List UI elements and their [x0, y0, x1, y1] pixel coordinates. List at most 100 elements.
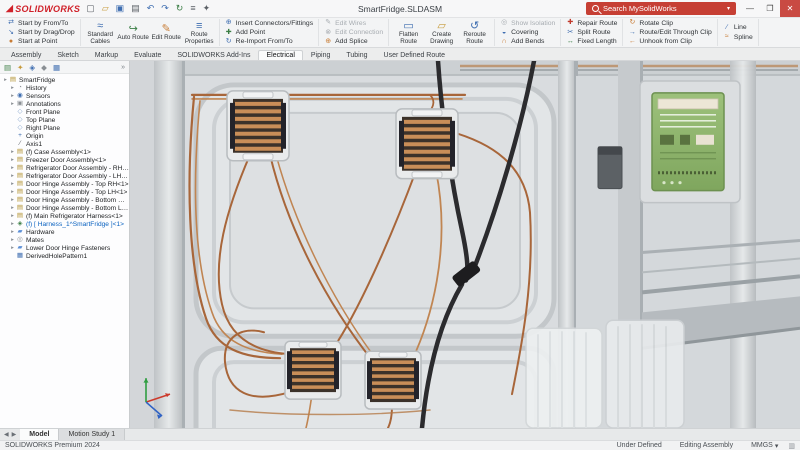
repair-route-button[interactable]: ✚ Repair Route [564, 19, 619, 28]
tree-item-door-hinge-assembly-top-rh-1[interactable]: ▸ ▤ Door Hinge Assembly - Top RH<1> [0, 180, 129, 188]
tab-piping[interactable]: Piping [303, 50, 338, 60]
connector-block-bottom-left[interactable] [284, 340, 342, 400]
configurationmanager-icon[interactable]: ◈ [29, 63, 35, 72]
expand-arrow-icon[interactable]: ▸ [2, 77, 9, 83]
save-icon[interactable]: ▣ [116, 4, 125, 13]
tree-item-f-harness-1-smartfridge-1[interactable]: ▸ ◈ (f) [ Harness_1^SmartFridge ]<1> [0, 220, 129, 228]
tab-solidworks-add-ins[interactable]: SOLIDWORKS Add-Ins [169, 50, 258, 60]
expand-arrow-icon[interactable]: ▸ [9, 101, 16, 107]
expand-arrow-icon[interactable]: ▸ [9, 165, 16, 171]
displaymanager-icon[interactable]: ▦ [53, 63, 60, 72]
tree-item-f-main-refrigerator-harness-1[interactable]: ▸ ▤ (f) Main Refrigerator Harness<1> [0, 212, 129, 220]
add-bends-button[interactable]: ∩ Add Bends [498, 37, 557, 46]
standard-cables-button[interactable]: ≈ Standard Cables [84, 19, 117, 46]
reroute-route-button[interactable]: ↺ Reroute Route [458, 19, 491, 46]
tab-evaluate[interactable]: Evaluate [126, 50, 169, 60]
options-icon[interactable]: ✦ [203, 4, 211, 13]
featuremanager-tree-icon[interactable]: ▤ [4, 63, 11, 72]
expand-arrow-icon[interactable]: ▸ [9, 189, 16, 195]
route-properties-button[interactable]: ≡ Route Properties [183, 19, 216, 46]
expand-arrow-icon[interactable]: ▸ [9, 149, 16, 155]
add-splice-button[interactable]: ⊕ Add Splice [322, 37, 385, 46]
expand-arrow-icon[interactable]: ▸ [9, 221, 16, 227]
open-folder-icon[interactable]: ▱ [102, 4, 109, 13]
tree-item-top-plane[interactable]: ◇ Top Plane [0, 116, 129, 124]
panel-collapse-icon[interactable]: » [121, 64, 125, 71]
control-board-assembly[interactable] [639, 80, 741, 204]
model-tab-motion-study-1[interactable]: Motion Study 1 [59, 429, 126, 440]
ceiling-structure[interactable] [130, 61, 800, 77]
tree-item-door-hinge-assembly-top-lh-1[interactable]: ▸ ▤ Door Hinge Assembly - Top LH<1> [0, 188, 129, 196]
close-button[interactable]: ✕ [780, 0, 800, 17]
tree-item-front-plane[interactable]: ◇ Front Plane [0, 108, 129, 116]
start-by-drag-drop-button[interactable]: ↘ Start by Drag/Drop [5, 28, 77, 37]
add-point-button[interactable]: ✚ Add Point [223, 28, 315, 37]
start-by-from-to-button[interactable]: ⇄ Start by From/To [5, 19, 77, 28]
connector-block-top-right[interactable] [395, 108, 459, 180]
units-selector[interactable]: MMGS ▾ [751, 442, 778, 450]
tree-item-refrigerator-door-assembly-rh-1[interactable]: ▸ ▤ Refrigerator Door Assembly - RH<1> [0, 164, 129, 172]
expand-arrow-icon[interactable]: ▸ [9, 213, 16, 219]
tree-item-lower-door-hinge-fasteners[interactable]: ▸ ▰ Lower Door Hinge Fasteners [0, 244, 129, 252]
expand-arrow-icon[interactable]: ▸ [9, 181, 16, 187]
search-box[interactable]: Search MySolidWorks ▾ [586, 2, 736, 15]
covering-button[interactable]: ◒ Covering [498, 28, 557, 37]
unhook-from-clip-button[interactable]: ← Unhook from Clip [626, 37, 713, 46]
tree-item-axis1[interactable]: ∕ Axis1 [0, 140, 129, 148]
spline-button[interactable]: ≈ Spline [721, 33, 755, 42]
flatten-route-button[interactable]: ▭ Flatten Route [392, 19, 425, 46]
create-drawing-button[interactable]: ▱ Create Drawing [425, 19, 458, 46]
pane-toggle-icon[interactable]: ▥ [788, 442, 795, 450]
tree-item-derivedholepattern1[interactable]: ▦ DerivedHolePattern1 [0, 252, 129, 260]
expand-arrow-icon[interactable]: ▸ [9, 205, 16, 211]
expand-arrow-icon[interactable]: ▸ [9, 237, 16, 243]
expand-arrow-icon[interactable]: ▸ [9, 93, 16, 99]
line-button[interactable]: ∕ Line [721, 23, 755, 32]
insert-connectors-fittings-button[interactable]: ⊕ Insert Connectors/Fittings [223, 19, 315, 28]
new-document-icon[interactable]: ▢ [86, 4, 95, 13]
connector-block-bottom-right[interactable] [364, 350, 422, 410]
fixed-length-button[interactable]: ↔ Fixed Length [564, 37, 619, 46]
redo-icon[interactable]: ↷ [161, 4, 169, 13]
chevron-down-icon[interactable]: ▾ [727, 5, 730, 12]
tree-item-right-plane[interactable]: ◇ Right Plane [0, 124, 129, 132]
dimxpertmanager-icon[interactable]: ◆ [41, 63, 47, 72]
expand-arrow-icon[interactable]: ▸ [9, 197, 16, 203]
tree-item-sensors[interactable]: ▸ ◉ Sensors [0, 92, 129, 100]
propertymanager-icon[interactable]: ✦ [17, 63, 23, 72]
tab-tubing[interactable]: Tubing [338, 50, 375, 60]
tree-item-freezer-door-assembly-1[interactable]: ▸ ▤ Freezer Door Assembly<1> [0, 156, 129, 164]
model-tab-model[interactable]: Model [20, 429, 60, 440]
tree-item-smartfridge[interactable]: ▸ ▤ SmartFridge [0, 76, 129, 84]
tab-markup[interactable]: Markup [87, 50, 126, 60]
tab-scroll-arrows[interactable]: ◀ ▶ [0, 431, 20, 438]
file-properties-icon[interactable]: ≡ [190, 4, 195, 13]
expand-arrow-icon[interactable]: ▸ [9, 85, 16, 91]
tree-item-mates[interactable]: ▸ ◎ Mates [0, 236, 129, 244]
maximize-button[interactable]: ❐ [760, 0, 780, 17]
print-icon[interactable]: ▤ [131, 4, 140, 13]
minimize-button[interactable]: — [740, 0, 760, 17]
expand-arrow-icon[interactable]: ▸ [9, 173, 16, 179]
auto-route-button[interactable]: ↪ Auto Route [117, 22, 150, 43]
tab-scroll-right-icon[interactable]: ▶ [12, 431, 17, 438]
tree-item-door-hinge-assembly-bottom-lh-1[interactable]: ▸ ▤ Door Hinge Assembly - Bottom LH<1> [0, 204, 129, 212]
left-frame-beams[interactable] [130, 61, 185, 428]
rebuild-icon[interactable]: ↻ [176, 4, 184, 13]
tree-item-f-case-assembly-1[interactable]: ▸ ▤ (f) Case Assembly<1> [0, 148, 129, 156]
tree-item-history[interactable]: ▸ ◔ History [0, 84, 129, 92]
rotate-clip-button[interactable]: ↻ Rotate Clip [626, 19, 713, 28]
expand-arrow-icon[interactable]: ▸ [9, 157, 16, 163]
tab-assembly[interactable]: Assembly [3, 50, 49, 60]
expand-arrow-icon[interactable]: ▸ [9, 229, 16, 235]
tab-sketch[interactable]: Sketch [49, 50, 86, 60]
undo-icon[interactable]: ↶ [147, 4, 155, 13]
tree-item-hardware[interactable]: ▸ ▰ Hardware [0, 228, 129, 236]
expand-arrow-icon[interactable]: ▸ [9, 245, 16, 251]
tree-item-door-hinge-assembly-bottom-rh-1[interactable]: ▸ ▤ Door Hinge Assembly - Bottom RH<1> [0, 196, 129, 204]
tab-user-defined-route[interactable]: User Defined Route [376, 50, 453, 60]
route-edit-through-clip-button[interactable]: → Route/Edit Through Clip [626, 28, 713, 37]
start-at-point-button[interactable]: ● Start at Point [5, 37, 77, 46]
tree-item-annotations[interactable]: ▸ ▣ Annotations [0, 100, 129, 108]
split-route-button[interactable]: ✂ Split Route [564, 28, 619, 37]
